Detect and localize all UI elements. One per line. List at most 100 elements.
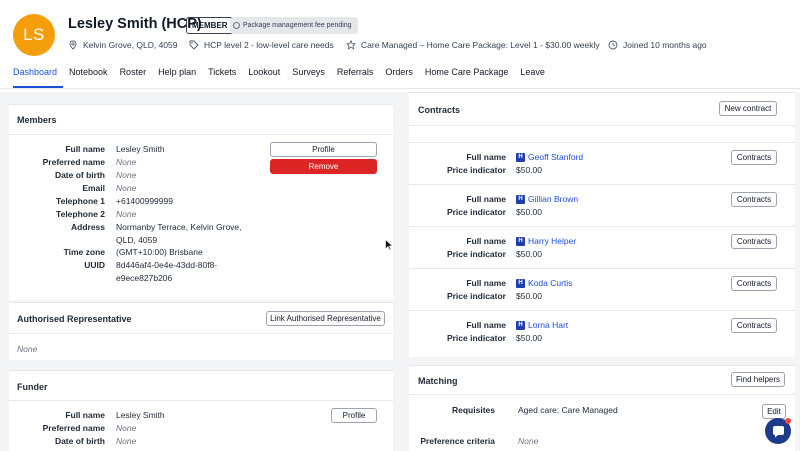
- member-timezone-value: (GMT+10:00) Brisbane: [116, 247, 203, 257]
- joined-meta: Joined 10 months ago: [608, 40, 707, 50]
- tab-lookout[interactable]: Lookout: [242, 66, 286, 88]
- contract-helper-link[interactable]: H Harry Helper: [516, 236, 576, 247]
- package-text: Care Managed – Home Care Package: Level …: [361, 40, 600, 50]
- contract-helper-name: Gillian Brown: [528, 194, 579, 204]
- package-meta: Care Managed – Home Care Package: Level …: [346, 40, 600, 50]
- pending-fee-badge: Package management fee pending: [230, 17, 358, 34]
- new-contract-button[interactable]: New contract: [719, 101, 777, 116]
- authorised-rep-empty: None: [17, 344, 38, 354]
- star-icon: [346, 40, 356, 50]
- funder-full-name-value: Lesley Smith: [116, 410, 165, 420]
- contract-helper-name: Lorna Hart: [528, 320, 569, 330]
- contract-row-divider-2: [409, 226, 795, 227]
- tab-surveys[interactable]: Surveys: [286, 66, 331, 88]
- location-pin-icon: [69, 40, 77, 50]
- header-divider: [0, 88, 800, 89]
- requisites-label: Requisites: [452, 405, 495, 415]
- helper-badge-icon: H: [516, 237, 525, 247]
- contract-helper-link[interactable]: H Koda Curtis: [516, 278, 573, 289]
- contract-helper-link[interactable]: H Lorna Hart: [516, 320, 569, 331]
- funder-panel: Funder Full name Lesley Smith Preferred …: [9, 370, 393, 451]
- contracts-title: Contracts: [418, 105, 461, 115]
- contract-price-label: Price indicator: [446, 165, 506, 175]
- member-remove-button[interactable]: Remove: [270, 159, 377, 174]
- member-timezone-label: Time zone: [63, 247, 105, 257]
- contract-helper-link[interactable]: H Gillian Brown: [516, 194, 579, 205]
- tab-orders[interactable]: Orders: [379, 66, 419, 88]
- member-uuid-line1: 8d446af4-0e4e-43dd-80f8-: [116, 260, 218, 270]
- funder-dob-label: Date of birth: [54, 436, 105, 446]
- member-telephone2-value: None: [116, 209, 137, 219]
- contract-full-name-label: Full name: [466, 320, 506, 330]
- contract-price-label: Price indicator: [446, 249, 506, 259]
- member-address-line1: Normanby Terrace, Kelvin Grove,: [116, 222, 242, 232]
- avatar: LS: [13, 14, 55, 56]
- contract-price-value: $50.00: [516, 207, 542, 217]
- contract-row-divider-4: [409, 310, 795, 311]
- pending-fee-label: Package management fee pending: [243, 22, 352, 29]
- contract-full-name-label: Full name: [466, 152, 506, 162]
- member-email-value: None: [116, 183, 137, 193]
- member-full-name-label: Full name: [65, 144, 105, 154]
- funder-dob-value: None: [116, 436, 137, 446]
- contract-helper-link[interactable]: H Geoff Stanford: [516, 152, 583, 163]
- contract-row-button[interactable]: Contracts: [731, 150, 777, 165]
- contract-full-name-label: Full name: [466, 236, 506, 246]
- contract-row-button[interactable]: Contracts: [731, 276, 777, 291]
- authorised-rep-title: Authorised Representative: [17, 314, 132, 324]
- helper-badge-icon: H: [516, 195, 525, 205]
- member-uuid-line2: e9ece827b206: [116, 273, 173, 283]
- member-address-label: Address: [70, 222, 105, 232]
- funder-full-name-label: Full name: [65, 410, 105, 420]
- contract-row-button[interactable]: Contracts: [731, 318, 777, 333]
- tab-leave[interactable]: Leave: [514, 66, 551, 88]
- contract-row-divider-1: [409, 184, 795, 185]
- contract-full-name-label: Full name: [466, 194, 506, 204]
- helper-badge-icon: H: [516, 279, 525, 289]
- member-preferred-name-label: Preferred name: [42, 157, 105, 167]
- contract-price-value: $50.00: [516, 333, 542, 343]
- tab-roster[interactable]: Roster: [114, 66, 153, 88]
- matching-title: Matching: [418, 376, 458, 386]
- tab-tickets[interactable]: Tickets: [202, 66, 242, 88]
- members-title: Members: [17, 115, 57, 125]
- contract-full-name-label: Full name: [466, 278, 506, 288]
- helper-badge-icon: H: [516, 321, 525, 331]
- preference-criteria-value: None: [518, 436, 539, 446]
- funder-divider: [9, 400, 393, 401]
- preference-criteria-label: Preference criteria: [420, 436, 495, 446]
- member-address-line2: QLD, 4059: [116, 235, 158, 245]
- location-text: Kelvin Grove, QLD, 4059: [83, 40, 178, 50]
- tab-notebook[interactable]: Notebook: [63, 66, 114, 88]
- tab-home-care-package[interactable]: Home Care Package: [419, 66, 515, 88]
- tab-help-plan[interactable]: Help plan: [152, 66, 202, 88]
- pending-circle-icon: [233, 22, 240, 29]
- matching-panel: Matching Find helpers Requisites Aged ca…: [409, 365, 795, 451]
- member-dob-value: None: [116, 170, 137, 180]
- tab-dashboard[interactable]: Dashboard: [13, 66, 64, 88]
- find-helpers-button[interactable]: Find helpers: [731, 372, 785, 387]
- tag-icon: [189, 40, 199, 50]
- contract-row-divider-0: [409, 142, 795, 143]
- tab-referrals[interactable]: Referrals: [331, 66, 380, 88]
- authorised-rep-divider: [9, 333, 393, 334]
- notification-dot: [785, 418, 791, 424]
- chat-bubble-icon: [772, 425, 784, 437]
- contract-row-button[interactable]: Contracts: [731, 234, 777, 249]
- profile-name: Lesley Smith (HCP): [68, 16, 202, 32]
- joined-text: Joined 10 months ago: [623, 40, 707, 50]
- contract-price-label: Price indicator: [446, 333, 506, 343]
- requisites-edit-button[interactable]: Edit: [762, 404, 786, 419]
- member-telephone2-label: Telephone 2: [56, 209, 105, 219]
- member-profile-button[interactable]: Profile: [270, 142, 377, 157]
- contract-row-button[interactable]: Contracts: [731, 192, 777, 207]
- contract-row-divider-3: [409, 268, 795, 269]
- profile-header: LS Lesley Smith (HCP) MEMBER Package man…: [0, 0, 800, 92]
- contract-price-value: $50.00: [516, 165, 542, 175]
- clock-icon: [608, 40, 618, 50]
- funder-profile-button[interactable]: Profile: [331, 408, 377, 423]
- tab-bar: Dashboard Notebook Roster Help plan Tick…: [13, 66, 551, 88]
- authorised-rep-panel: Authorised Representative Link Authorise…: [9, 302, 393, 360]
- contract-helper-name: Koda Curtis: [528, 278, 573, 288]
- link-authorised-rep-button[interactable]: Link Authorised Representative: [266, 311, 385, 326]
